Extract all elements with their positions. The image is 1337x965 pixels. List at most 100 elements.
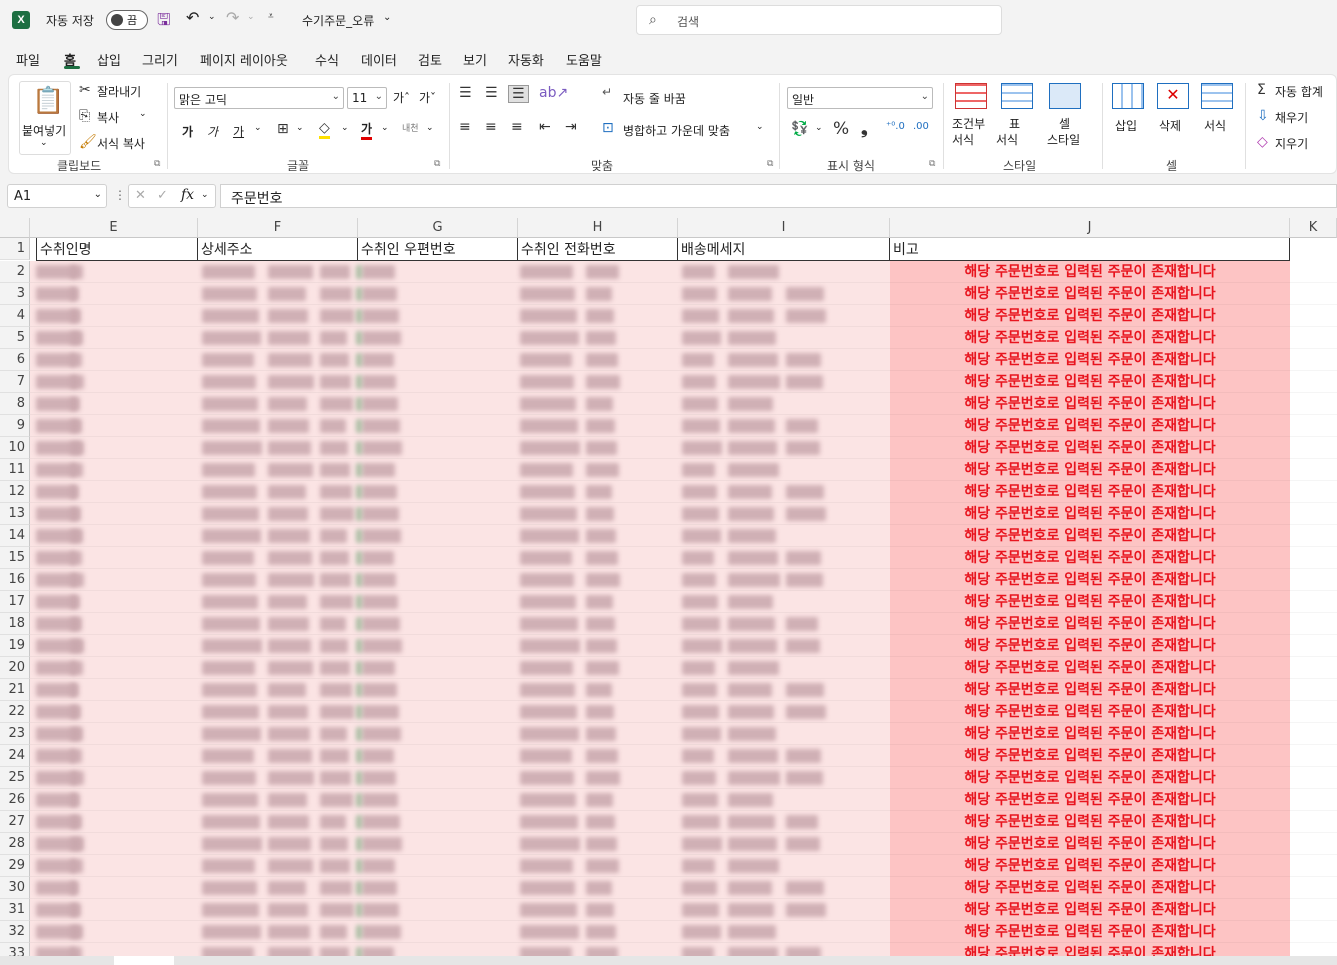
bold-button[interactable]: 가 [182, 123, 193, 140]
error-remark-cell[interactable]: 해당 주문번호로 입력된 주문이 존재합니다 [890, 525, 1290, 547]
increase-decimal-icon[interactable]: ⁺⁰.0 [886, 121, 905, 132]
orientation-icon[interactable]: ab↗ [539, 85, 568, 101]
autosum-button[interactable]: 자동 합계 [1275, 83, 1323, 100]
error-remark-cell[interactable]: 해당 주문번호로 입력된 주문이 존재합니다 [890, 349, 1290, 371]
merge-dropdown-icon[interactable]: ⌄ [756, 122, 764, 132]
error-remark-cell[interactable]: 해당 주문번호로 입력된 주문이 존재합니다 [890, 415, 1290, 437]
fill-color-icon[interactable]: ◇ [319, 120, 330, 139]
row-header[interactable]: 21 [0, 679, 30, 701]
error-remark-cell[interactable]: 해당 주문번호로 입력된 주문이 존재합니다 [890, 459, 1290, 481]
row-header[interactable]: 18 [0, 613, 30, 635]
insert-function-icon[interactable]: fx [181, 187, 194, 203]
tab-help[interactable]: 도움말 [566, 50, 602, 69]
format-as-table-icon[interactable] [1001, 83, 1033, 109]
row-header[interactable]: 22 [0, 701, 30, 723]
format-cells-button[interactable]: 서식 [1204, 117, 1226, 134]
row-header[interactable]: 6 [0, 349, 30, 371]
tab-view[interactable]: 보기 [463, 50, 487, 69]
row-header[interactable]: 12 [0, 481, 30, 503]
increase-font-icon[interactable]: 가ˆ [393, 89, 410, 106]
header-phone[interactable]: 수취인 전화번호 [518, 238, 678, 261]
cancel-icon[interactable]: ✕ [135, 188, 146, 203]
row-header[interactable]: 27 [0, 811, 30, 833]
tab-insert[interactable]: 삽입 [97, 50, 121, 69]
row-header[interactable]: 11 [0, 459, 30, 481]
increase-indent-icon[interactable]: ⇥ [565, 119, 577, 135]
format-cells-icon[interactable] [1201, 83, 1233, 109]
row-header[interactable]: 31 [0, 899, 30, 921]
dialog-launcher-icon[interactable]: ⧉ [434, 159, 440, 169]
row-header[interactable]: 14 [0, 525, 30, 547]
dialog-launcher-icon[interactable]: ⧉ [154, 159, 160, 169]
search-box[interactable]: ⌕ 검색 [636, 5, 1002, 35]
font-color-dropdown-icon[interactable]: ⌄ [381, 123, 389, 133]
column-header-h[interactable]: H [518, 218, 678, 238]
row-header[interactable]: 32 [0, 921, 30, 943]
italic-button[interactable]: 가 [207, 123, 218, 140]
formula-input[interactable]: 주문번호 [220, 184, 1337, 208]
cell-styles-label-1[interactable]: 셀 [1059, 115, 1070, 132]
error-remark-cell[interactable]: 해당 주문번호로 입력된 주문이 존재합니다 [890, 613, 1290, 635]
font-color-icon[interactable]: 가 [361, 120, 373, 140]
error-remark-cell[interactable]: 해당 주문번호로 입력된 주문이 존재합니다 [890, 701, 1290, 723]
format-painter-button[interactable]: 서식 복사 [97, 135, 145, 152]
error-remark-cell[interactable]: 해당 주문번호로 입력된 주문이 존재합니다 [890, 327, 1290, 349]
row-header[interactable]: 25 [0, 767, 30, 789]
insert-cells-button[interactable]: 삽입 [1115, 117, 1137, 134]
row-header[interactable]: 23 [0, 723, 30, 745]
underline-button[interactable]: 가 [233, 123, 244, 140]
row-header[interactable]: 2 [0, 261, 30, 283]
conditional-format-label-2[interactable]: 서식 [952, 131, 974, 148]
delete-cells-button[interactable]: 삭제 [1159, 117, 1181, 134]
redo-icon[interactable]: ↷ [226, 8, 239, 27]
error-remark-cell[interactable]: 해당 주문번호로 입력된 주문이 존재합니다 [890, 261, 1290, 283]
row-header[interactable]: 19 [0, 635, 30, 657]
error-remark-cell[interactable]: 해당 주문번호로 입력된 주문이 존재합니다 [890, 283, 1290, 305]
error-remark-cell[interactable]: 해당 주문번호로 입력된 주문이 존재합니다 [890, 767, 1290, 789]
header-postal-code[interactable]: 수취인 우편번호 [358, 238, 518, 261]
error-remark-cell[interactable]: 해당 주문번호로 입력된 주문이 존재합니다 [890, 679, 1290, 701]
spreadsheet-grid[interactable]: E F G H I J K 수취인명 상세주소 수취인 우편번호 수취인 전화번… [0, 218, 1337, 958]
error-remark-cell[interactable]: 해당 주문번호로 입력된 주문이 존재합니다 [890, 745, 1290, 767]
tab-formulas[interactable]: 수식 [315, 50, 339, 69]
column-header-j[interactable]: J [890, 218, 1290, 238]
underline-dropdown-icon[interactable]: ⌄ [254, 123, 262, 133]
error-remark-cell[interactable]: 해당 주문번호로 입력된 주문이 존재합니다 [890, 921, 1290, 943]
row-header[interactable]: 7 [0, 371, 30, 393]
cell-styles-icon[interactable] [1049, 83, 1081, 109]
error-remark-cell[interactable]: 해당 주문번호로 입력된 주문이 존재합니다 [890, 899, 1290, 921]
row-header[interactable]: 24 [0, 745, 30, 767]
column-header-e[interactable]: E [30, 218, 198, 238]
font-name-select[interactable]: 맑은 고딕 ⌄ [174, 87, 344, 109]
row-header[interactable]: 13 [0, 503, 30, 525]
row-header[interactable]: 3 [0, 283, 30, 305]
row-header[interactable]: 15 [0, 547, 30, 569]
column-header-f[interactable]: F [198, 218, 358, 238]
sheet-tab[interactable] [114, 956, 174, 965]
comma-icon[interactable]: ❟ [861, 119, 868, 139]
error-remark-cell[interactable]: 해당 주문번호로 입력된 주문이 존재합니다 [890, 657, 1290, 679]
header-recipient-name[interactable]: 수취인명 [36, 238, 198, 261]
percent-icon[interactable]: % [833, 119, 849, 139]
row-header[interactable]: 9 [0, 415, 30, 437]
currency-dropdown-icon[interactable]: ⌄ [815, 123, 823, 133]
align-right-icon[interactable]: ≡ [511, 119, 523, 135]
enter-icon[interactable]: ✓ [157, 188, 168, 203]
conditional-format-label-1[interactable]: 조건부 [952, 115, 985, 132]
align-bottom-icon[interactable]: ☰ [508, 85, 529, 103]
error-remark-cell[interactable]: 해당 주문번호로 입력된 주문이 존재합니다 [890, 305, 1290, 327]
error-remark-cell[interactable]: 해당 주문번호로 입력된 주문이 존재합니다 [890, 723, 1290, 745]
cell-styles-label-2[interactable]: 스타일 [1047, 131, 1080, 148]
phonetic-dropdown-icon[interactable]: ⌄ [426, 123, 434, 133]
font-size-select[interactable]: 11 ⌄ [347, 87, 387, 109]
column-header-k[interactable]: K [1290, 218, 1337, 238]
tab-page-layout[interactable]: 페이지 레이아웃 [200, 50, 288, 69]
align-left-icon[interactable]: ≡ [459, 119, 471, 135]
align-top-icon[interactable]: ☰ [459, 85, 472, 101]
header-delivery-message[interactable]: 배송메세지 [678, 238, 890, 261]
currency-icon[interactable]: 💱 [791, 121, 808, 137]
row-header[interactable]: 29 [0, 855, 30, 877]
column-header-i[interactable]: I [678, 218, 890, 238]
row-header[interactable]: 28 [0, 833, 30, 855]
error-remark-cell[interactable]: 해당 주문번호로 입력된 주문이 존재합니다 [890, 635, 1290, 657]
